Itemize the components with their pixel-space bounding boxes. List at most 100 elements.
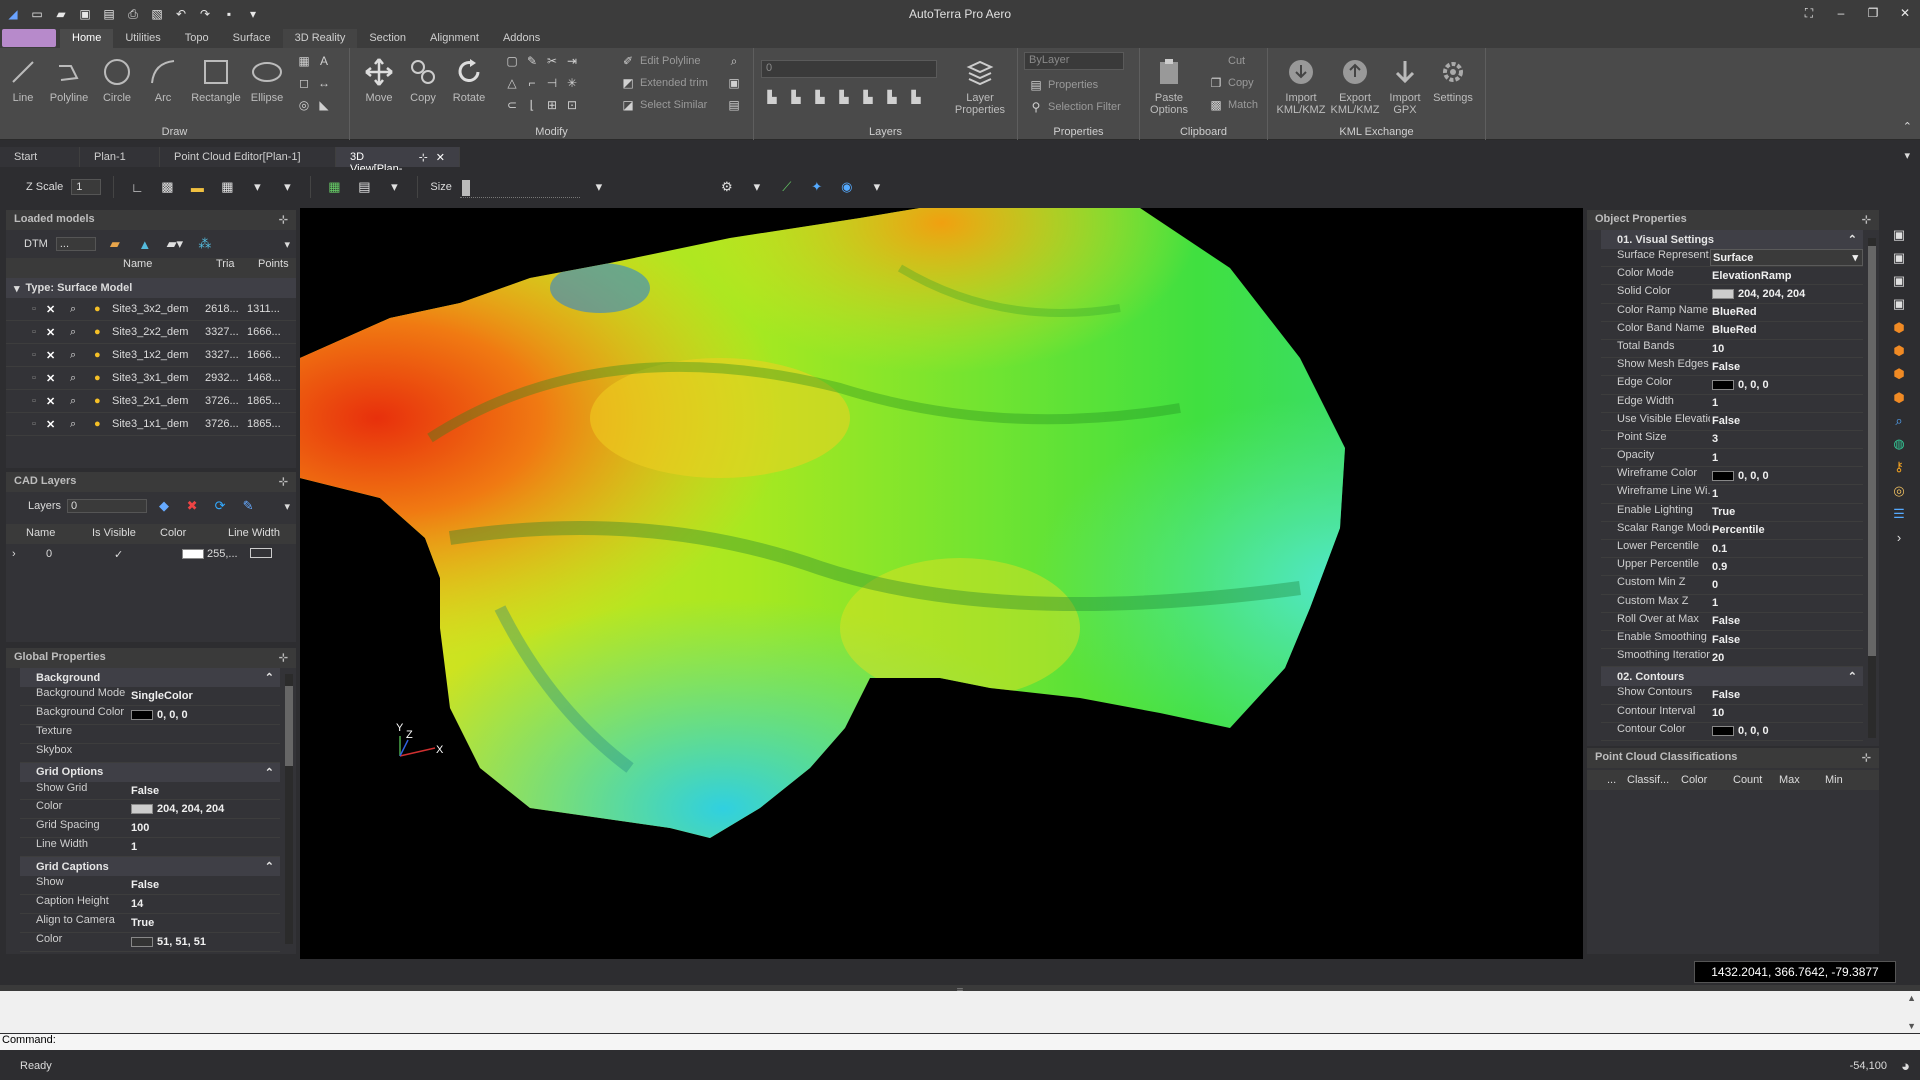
property-row[interactable]: Background Color 0, 0, 0 (20, 706, 280, 725)
join-icon[interactable]: ⊡ (564, 97, 580, 113)
property-row[interactable]: Contour Interval 10 (1601, 705, 1863, 723)
select-similar-button[interactable]: ◪ Select Similar (620, 96, 707, 114)
property-row[interactable]: Contour Color 0, 0, 0 (1601, 723, 1863, 741)
fullscreen-icon[interactable]: ⛶ (1800, 4, 1818, 22)
tab-close-icon[interactable]: ✕ (436, 151, 445, 164)
property-row[interactable]: Use Visible Elevatio...False (1601, 413, 1863, 431)
property-value[interactable]: True (129, 914, 280, 932)
property-row[interactable]: Background Mode SingleColor (20, 687, 280, 706)
column-line-width[interactable]: Line Width (228, 524, 288, 544)
property-value[interactable]: False (1710, 631, 1863, 648)
restore-icon[interactable]: ❐ (1864, 4, 1882, 22)
property-value[interactable]: 0, 0, 0 (129, 706, 280, 724)
property-row[interactable]: Show False (20, 876, 280, 896)
history-scroll-up-icon[interactable]: ▲ (1907, 993, 1916, 1003)
row-select-handle[interactable]: ▫ (32, 349, 46, 361)
panel-pin-icon[interactable]: ⊹ (279, 475, 288, 488)
property-value[interactable]: 3 (1710, 431, 1863, 448)
dimension-icon[interactable]: ↔ (316, 75, 332, 91)
column-color[interactable]: Color (160, 524, 228, 544)
property-value[interactable]: False (129, 782, 280, 800)
property-value[interactable]: 0.1 (1710, 540, 1863, 557)
zoom-to-model-icon[interactable]: ⌕ (70, 349, 94, 362)
chevron-down-icon[interactable]: ▾ (1852, 251, 1858, 264)
row-select-handle[interactable]: ▫ (32, 395, 46, 407)
print-icon[interactable]: ⎙ (124, 5, 142, 23)
orange-cube-4-icon[interactable]: ⬢ (1888, 389, 1910, 406)
import-gpx-button[interactable]: Import GPX (1382, 52, 1428, 116)
property-row[interactable]: Show Grid False (20, 782, 280, 801)
copy-clip-button[interactable]: ❐ Copy (1208, 74, 1254, 92)
polyline-button[interactable]: Polyline (46, 52, 92, 104)
column-is-visible[interactable]: Is Visible (92, 524, 160, 544)
command-line[interactable]: Command: (0, 1034, 1920, 1050)
save-as-icon[interactable]: ▤ (100, 5, 118, 23)
column-points[interactable]: Points (258, 258, 296, 278)
tab-start[interactable]: Start (0, 147, 80, 167)
property-row[interactable]: Lower Percentile 0.1 (1601, 540, 1863, 559)
circle-button[interactable]: Circle (94, 52, 140, 104)
folder-dropdown-icon[interactable]: ▰▾ (164, 233, 186, 255)
layers-combo[interactable]: 0 (67, 499, 148, 513)
measure-icon[interactable]: ⌕ (726, 53, 742, 69)
settings-dropdown-icon[interactable]: ▾ (746, 176, 768, 198)
property-value[interactable]: 51, 51, 51 (129, 933, 280, 951)
cube-view-4-icon[interactable]: ▣ (1888, 296, 1910, 313)
row-select-handle[interactable]: ▫ (32, 418, 46, 430)
model-visibility-bulb-icon[interactable]: ● (94, 372, 112, 384)
property-row[interactable]: Texture (20, 725, 280, 744)
edit-layer-icon[interactable]: ✎ (237, 495, 259, 517)
column-tria[interactable]: Tria (216, 258, 258, 278)
explode-icon[interactable]: ✳ (564, 75, 580, 91)
quick-select-icon[interactable]: ▤ (726, 97, 742, 113)
panel-pin-icon[interactable]: ⊹ (279, 651, 288, 664)
property-row[interactable]: Color Mode ElevationRamp (1601, 267, 1863, 286)
global-properties-scrollbar[interactable] (285, 674, 293, 944)
break-icon[interactable]: ⊣ (544, 75, 560, 91)
property-value[interactable]: 20 (1710, 649, 1863, 666)
layer-lock-icon[interactable]: ▙ (884, 89, 900, 105)
model-visibility-bulb-icon[interactable]: ● (94, 303, 112, 315)
category-collapse-icon[interactable]: ⌃ (265, 766, 274, 779)
target-dropdown-icon[interactable]: ▾ (866, 176, 888, 198)
chamfer-icon[interactable]: ⌊ (524, 97, 540, 113)
zscale-spinner[interactable]: 1 (71, 179, 102, 195)
edit-polyline-button[interactable]: ✐ Edit Polyline (620, 52, 701, 70)
property-value[interactable] (129, 725, 280, 743)
pin-icon[interactable]: ⊹ (419, 151, 428, 164)
tab-point-cloud-editor[interactable]: Point Cloud Editor[Plan-1] (160, 147, 336, 167)
arc-button[interactable]: Arc (140, 52, 186, 104)
property-value[interactable]: 1 (1710, 449, 1863, 466)
fillet-icon[interactable]: ⌐ (524, 75, 540, 91)
export-kml-button[interactable]: Export KML/KMZ (1330, 52, 1380, 116)
undo-icon[interactable]: ↶ (172, 5, 190, 23)
remove-model-icon[interactable]: ✕ (46, 303, 70, 316)
model-type-combo[interactable]: ... (55, 237, 96, 251)
ellipse-button[interactable]: Ellipse (244, 52, 290, 104)
property-row[interactable]: Wireframe Line Wi... 1 (1601, 485, 1863, 504)
property-row[interactable]: Color 204, 204, 204 (20, 800, 280, 820)
property-category[interactable]: 02. Contours ⌃ (1601, 667, 1863, 687)
property-value[interactable]: 1 (1710, 485, 1863, 502)
property-value[interactable]: 204, 204, 204 (129, 800, 280, 818)
tin-import-icon[interactable]: ▲ (134, 233, 156, 255)
layer-state-icon[interactable]: ▙ (764, 89, 780, 105)
app-logo-icon[interactable]: ◢ (4, 5, 22, 23)
column-layer-name[interactable]: Name (26, 524, 92, 544)
text-icon[interactable]: A (316, 53, 332, 69)
paste-options-button[interactable]: Paste Options (1144, 52, 1194, 116)
property-row[interactable]: Align to Camera True (20, 914, 280, 933)
plot-icon[interactable]: ▧ (148, 5, 166, 23)
layer-combo[interactable]: 0 (761, 60, 937, 78)
kml-settings-button[interactable]: Settings (1430, 52, 1476, 104)
remove-model-icon[interactable]: ✕ (46, 349, 70, 362)
orange-cube-2-icon[interactable]: ⬢ (1888, 342, 1910, 359)
match-button[interactable]: ▩ Match (1208, 96, 1258, 114)
remove-model-icon[interactable]: ✕ (46, 326, 70, 339)
bylayer-combo[interactable]: ByLayer (1024, 52, 1124, 70)
model-group-header[interactable]: ▾ Type: Surface Model (6, 278, 296, 298)
point-button[interactable]: ◻ ↔ (296, 74, 332, 92)
models-menu-dropdown-icon[interactable]: ▾ (284, 238, 290, 251)
color-fill-icon[interactable]: ▬ (186, 176, 208, 198)
category-collapse-icon[interactable]: ⌃ (265, 671, 274, 684)
